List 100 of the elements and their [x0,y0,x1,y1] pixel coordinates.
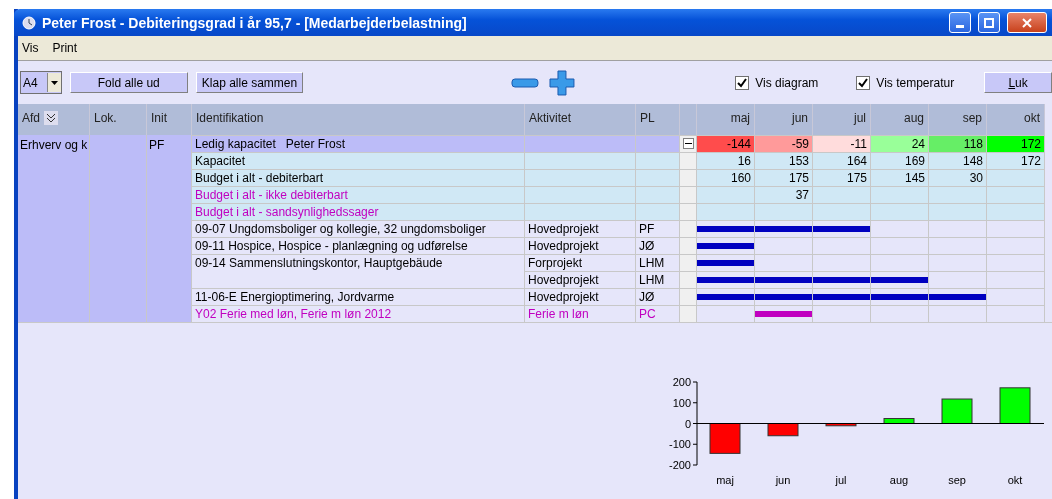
column-header: sep [929,104,987,135]
checkbox-label: Vis diagram [755,75,819,90]
table-cell: JØ [636,237,680,254]
table-cell: -144 [697,135,755,152]
timeline-bar [755,311,812,317]
table-cell: 118 [929,135,987,152]
table-cell: Hovedprojekt [525,271,636,288]
close-button[interactable] [1007,12,1047,33]
menu-item[interactable]: Print [52,41,78,55]
table-cell: Hovedprojekt [525,220,636,237]
table-cell: LHM [636,254,680,271]
minimize-icon [956,25,964,28]
table-cell: 09-11 Hospice, Hospice - planlægning og udførelse [192,237,525,254]
toggle-cell [680,203,697,220]
category-label: jul [835,474,847,486]
table-cell: Ledig kapacitet Peter Frost [192,135,525,152]
table-cell: 148 [929,152,987,169]
category-label: okt [1007,474,1023,486]
table-cell: Hovedprojekt [525,288,636,305]
bar [941,398,973,424]
column-header: maj [697,104,755,135]
table-cell: LHM [636,271,680,288]
table-cell: 153 [755,152,813,169]
tick-label: 0 [684,417,691,430]
caret-icon [50,80,58,85]
minimize-button[interactable] [949,12,971,33]
table-cell: -11 [813,135,871,152]
category-label: sep [948,474,966,486]
column-header: jun [755,104,813,135]
timeline-bar [697,260,754,266]
table-cell: 145 [871,169,929,186]
bar [883,418,915,424]
column-header [680,104,697,135]
table-cell: Kapacitet [192,152,525,169]
maximize-icon [984,17,994,28]
category-label: maj [716,474,734,486]
table-cell: 175 [813,169,871,186]
column-header: Lok. [90,104,147,135]
table-cell: 09-07 Ungdomsboliger og kollegie, 32 ungdomsboliger [192,220,525,237]
table-cell: JØ [636,288,680,305]
table-cell: -59 [755,135,813,152]
bar [709,423,741,454]
close-icon [1022,17,1032,28]
column-header: aug [871,104,929,135]
column-header: PL [636,104,680,135]
tick-label: -200 [668,459,691,471]
column-header: okt [987,104,1045,135]
maximize-button[interactable] [978,12,1000,33]
check-icon [737,77,748,88]
tick-label: 200 [672,376,691,388]
collapse-all-button[interactable]: Klap alle sammen [195,72,304,93]
table-cell: PF [147,135,192,322]
table-cell: Forprojekt [525,254,636,271]
bar [825,423,857,427]
table-cell: 16 [697,152,755,169]
minus-icon[interactable] [511,76,540,89]
clock-icon [22,15,36,30]
table-cell: 164 [813,152,871,169]
table-cell: 160 [697,169,755,186]
table-cell: Erhverv og k [18,135,90,322]
table-cell: 11-06-E Energioptimering, Jordvarme [192,288,525,305]
table-cell: Budget i alt - debiterbart [192,169,525,186]
table-cell: Hovedprojekt [525,237,636,254]
tick-label: 100 [672,396,691,409]
table-cell: PC [636,305,680,322]
table-cell: 09-14 Sammenslutningskontor, Hauptgebäude [192,254,525,271]
window-title: Peter Frost - Debiteringsgrad i år 95,7 - [Medarbejderbelastning] [42,14,468,31]
tick-label: -100 [668,438,691,451]
category-label: aug [889,474,909,486]
menu-item[interactable]: Vis [22,41,39,55]
column-header: Identifikation [192,104,525,135]
column-title: Afd [22,110,40,125]
table-cell: Ferie m løn [525,305,636,322]
table-cell: 172 [987,152,1045,169]
table-cell: 169 [871,152,929,169]
column-header: Aktivitet [525,104,636,135]
page-size-dropdown[interactable]: A4 [20,71,62,94]
table-cell: PF [636,220,680,237]
table-cell: 30 [929,169,987,186]
toggle-cell [680,186,697,203]
timeline-bar [697,243,754,249]
plus-icon[interactable] [549,69,576,96]
table-cell: 175 [755,169,813,186]
checkbox[interactable] [856,75,871,90]
table-cell: Budget i alt - sandsynlighedssager [192,203,525,220]
expand-all-button[interactable]: Fold alle ud [69,72,188,93]
close-button[interactable]: Luk [984,72,1052,93]
column-header: jul [813,104,871,135]
table-cell: 172 [987,135,1045,152]
category-label: jun [775,474,791,486]
toggle-cell [680,169,697,186]
checkbox[interactable] [735,75,750,90]
column-header: Init [147,104,192,135]
checkbox-label: Vis temperatur [876,75,955,90]
table-cell: Y02 Ferie med løn, Ferie m løn 2012 [192,305,525,322]
chevron-down-icon[interactable] [44,110,58,125]
check-icon [858,77,869,88]
bar [999,387,1031,424]
table-cell: Budget i alt - ikke debiterbart [192,186,525,203]
table-cell: 37 [755,186,813,203]
